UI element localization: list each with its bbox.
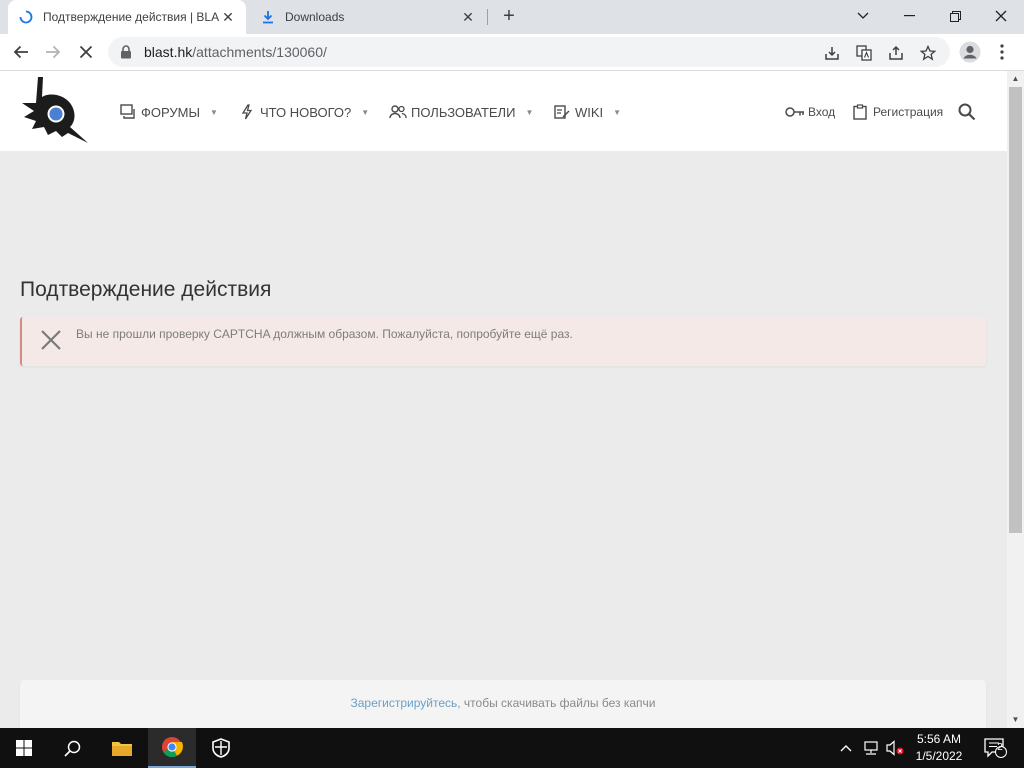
search-icon[interactable] xyxy=(958,101,976,123)
tab-close-icon[interactable]: ✕ xyxy=(460,9,476,25)
nav-users[interactable]: ПОЛЬЗОВАТЕЛИ ▼ xyxy=(389,101,533,123)
tab-close-icon[interactable]: ✕ xyxy=(220,9,236,25)
menu-kebab-icon[interactable] xyxy=(989,39,1015,65)
taskbar-clock[interactable]: 5:56 AM 1/5/2022 xyxy=(906,731,972,765)
tab-separator xyxy=(487,9,488,25)
scroll-up-icon[interactable]: ▲ xyxy=(1007,71,1024,87)
chevron-down-icon: ▼ xyxy=(209,107,218,117)
new-tab-button[interactable]: + xyxy=(498,5,520,27)
error-message: Вы не прошли проверку CAPTCHA должным об… xyxy=(76,327,573,341)
tab-active[interactable]: Подтверждение действия | BLA ✕ xyxy=(8,0,246,34)
forum-icon xyxy=(119,103,137,121)
browser-tabstrip: Подтверждение действия | BLA ✕ Downloads… xyxy=(0,0,1024,34)
download-icon xyxy=(260,9,276,25)
register-notice-text: , чтобы скачивать файлы без капчи xyxy=(457,696,656,710)
key-icon xyxy=(785,103,805,121)
nav-users-label: ПОЛЬЗОВАТЕЛИ xyxy=(411,104,516,120)
tab-title: Подтверждение действия | BLA xyxy=(43,10,220,24)
tab-search-icon[interactable] xyxy=(840,0,886,32)
windows-start-icon[interactable] xyxy=(0,728,48,768)
tab-downloads[interactable]: Downloads ✕ xyxy=(250,0,486,34)
chrome-taskbar-icon[interactable] xyxy=(148,728,196,768)
back-icon[interactable] xyxy=(8,39,34,65)
notification-center-icon[interactable]: 2 xyxy=(980,728,1010,768)
register-link[interactable]: Регистрация xyxy=(850,101,943,123)
clipboard-icon xyxy=(850,103,870,121)
clock-time: 5:56 AM xyxy=(916,732,962,746)
loading-spinner-icon xyxy=(18,9,34,25)
network-icon[interactable] xyxy=(860,728,882,768)
profile-avatar-icon[interactable] xyxy=(957,39,983,65)
nav-wiki[interactable]: WIKI ▼ xyxy=(553,101,621,123)
clock-date: 1/5/2022 xyxy=(915,749,963,763)
nav-whats-new[interactable]: ЧТО НОВОГО? ▼ xyxy=(238,101,369,123)
nav-forums-label: ФОРУМЫ xyxy=(141,104,200,120)
chevron-down-icon: ▼ xyxy=(525,107,534,117)
address-bar[interactable]: blast.hk/attachments/130060/ xyxy=(108,37,950,67)
scrollbar-thumb[interactable] xyxy=(1009,87,1022,533)
file-explorer-icon[interactable] xyxy=(98,728,146,768)
volume-muted-icon[interactable] xyxy=(884,728,906,768)
site-logo[interactable] xyxy=(18,75,90,147)
page-title: Подтверждение действия xyxy=(20,278,272,301)
install-icon[interactable] xyxy=(822,43,842,63)
forward-icon[interactable] xyxy=(40,39,66,65)
minimize-icon[interactable] xyxy=(886,0,932,32)
login-label: Вход xyxy=(808,105,836,119)
notification-count: 2 xyxy=(997,742,1003,753)
tab-title: Downloads xyxy=(285,10,345,24)
page-viewport: ФОРУМЫ ▼ ЧТО НОВОГО? ▼ ПОЛЬЗОВАТЕЛИ ▼ WI… xyxy=(0,71,1007,728)
nav-forums[interactable]: ФОРУМЫ ▼ xyxy=(119,101,218,123)
bolt-icon xyxy=(238,103,256,121)
login-link[interactable]: Вход xyxy=(785,101,835,123)
register-label: Регистрация xyxy=(873,105,944,119)
bookmark-star-icon[interactable] xyxy=(918,43,938,63)
register-notice-link[interactable]: Зарегистрируйтесь xyxy=(351,696,458,710)
restore-icon[interactable] xyxy=(932,0,978,32)
wiki-icon xyxy=(553,103,571,121)
scroll-down-icon[interactable]: ▼ xyxy=(1007,712,1024,728)
nav-wiki-label: WIKI xyxy=(575,104,604,120)
close-window-icon[interactable] xyxy=(978,0,1024,32)
chevron-down-icon: ▼ xyxy=(361,107,370,117)
url-host: blast.hk xyxy=(144,44,193,60)
lock-icon xyxy=(120,45,134,59)
security-shield-icon[interactable] xyxy=(197,728,245,768)
close-icon xyxy=(40,329,62,351)
stop-loading-icon[interactable] xyxy=(73,39,99,65)
error-alert: Вы не прошли проверку CAPTCHA должным об… xyxy=(20,317,986,366)
site-header: ФОРУМЫ ▼ ЧТО НОВОГО? ▼ ПОЛЬЗОВАТЕЛИ ▼ WI… xyxy=(0,71,1007,151)
show-hidden-icons-icon[interactable] xyxy=(836,728,856,768)
windows-taskbar: 5:56 AM 1/5/2022 2 xyxy=(0,728,1024,768)
share-icon[interactable] xyxy=(886,43,906,63)
url-path: /attachments/130060/ xyxy=(192,44,327,60)
chevron-down-icon: ▼ xyxy=(613,107,622,117)
vertical-scrollbar[interactable]: ▲ ▼ xyxy=(1007,71,1024,728)
browser-toolbar: blast.hk/attachments/130060/ xyxy=(0,34,1024,71)
users-icon xyxy=(389,103,407,121)
translate-icon[interactable] xyxy=(854,43,874,63)
taskbar-search-icon[interactable] xyxy=(48,728,96,768)
nav-whats-new-label: ЧТО НОВОГО? xyxy=(260,104,352,120)
register-notice: Зарегистрируйтесь, чтобы скачивать файлы… xyxy=(20,680,986,728)
